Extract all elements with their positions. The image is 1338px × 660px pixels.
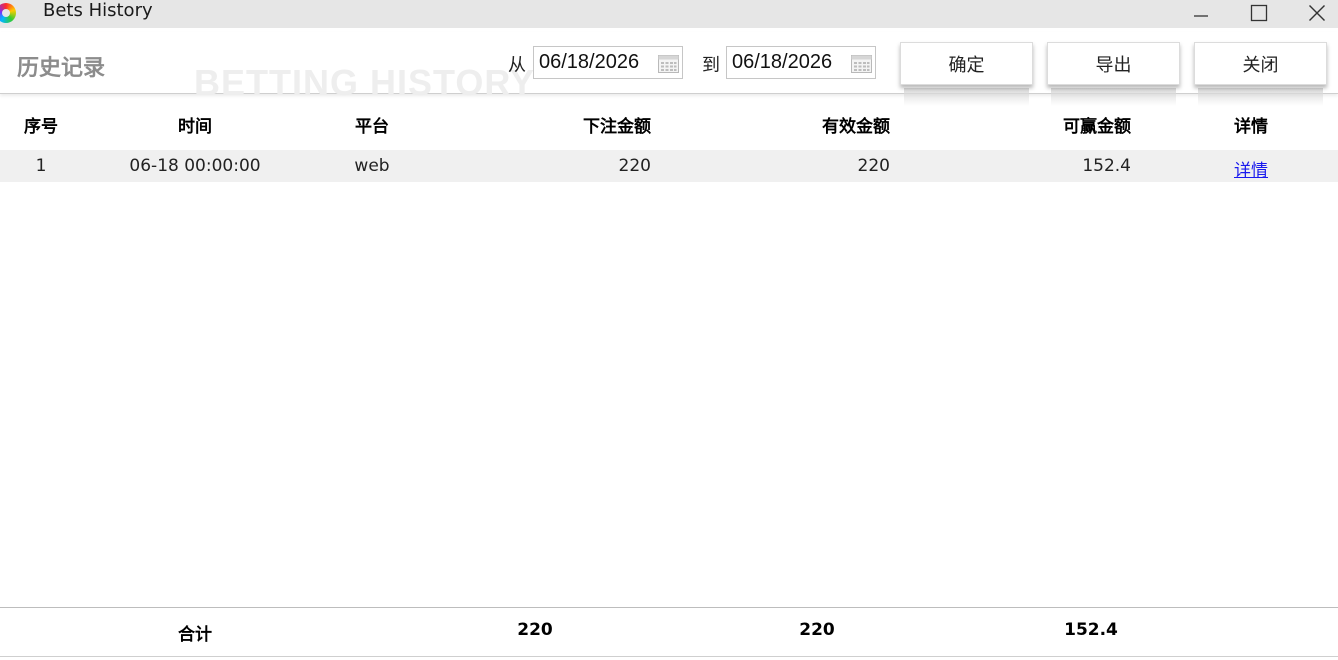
maximize-icon: [1250, 4, 1268, 22]
minimize-button[interactable]: [1172, 0, 1230, 26]
totals-label: 合计: [178, 625, 212, 645]
row-bet-amount: 220: [618, 156, 651, 176]
row-valid-amount: 220: [857, 156, 890, 176]
app-logo-icon: [0, 3, 16, 23]
from-date-field[interactable]: 06/18/2026: [533, 46, 683, 79]
totals-bet-amount: 220: [517, 620, 553, 640]
to-date-value: 06/18/2026: [732, 51, 833, 73]
page-title: 历史记录: [17, 56, 106, 81]
column-header-bet-amount: 下注金额: [583, 117, 651, 137]
window-title: Bets History: [43, 0, 153, 21]
totals-valid-amount: 220: [799, 620, 835, 640]
minimize-icon: [1194, 15, 1208, 17]
from-label: 从: [508, 55, 526, 76]
window-titlebar: Bets History: [0, 0, 1338, 28]
row-index: 1: [35, 156, 47, 176]
detail-link[interactable]: 详情: [1234, 161, 1268, 181]
maximize-button[interactable]: [1230, 0, 1288, 26]
row-win-amount: 152.4: [1082, 156, 1131, 176]
to-date-field[interactable]: 06/18/2026: [726, 46, 876, 79]
close-icon: [1309, 5, 1325, 21]
totals-win-amount: 152.4: [1064, 620, 1118, 640]
column-header-time: 时间: [178, 117, 212, 137]
to-label: 到: [702, 55, 720, 76]
header-watermark: BETTING HISTORY: [194, 62, 536, 103]
history-header: BETTING HISTORY 历史记录 从 06/18/2026 到 06/1…: [0, 32, 1338, 106]
row-time: 06-18 00:00:00: [129, 156, 261, 176]
column-header-win-amount: 可赢金额: [1063, 117, 1131, 137]
close-button[interactable]: 关闭: [1194, 42, 1327, 85]
export-button[interactable]: 导出: [1047, 42, 1180, 85]
column-header-valid-amount: 有效金额: [822, 117, 890, 137]
totals-footer: 合计 220 220 152.4: [0, 607, 1338, 657]
from-date-value: 06/18/2026: [539, 51, 640, 73]
table-row: 1 06-18 00:00:00 web 220 220 152.4 详情: [0, 150, 1338, 182]
calendar-icon[interactable]: [851, 55, 872, 73]
row-detail-cell: 详情: [1201, 156, 1301, 181]
table-header: 序号 时间 平台 下注金额 有效金额 可赢金额 详情: [0, 100, 1338, 146]
column-header-detail: 详情: [1234, 117, 1268, 137]
close-window-button[interactable]: [1288, 0, 1338, 26]
column-header-index: 序号: [24, 117, 58, 137]
column-header-platform: 平台: [355, 117, 389, 137]
calendar-icon[interactable]: [658, 55, 679, 73]
row-platform: web: [354, 156, 390, 176]
confirm-button[interactable]: 确定: [900, 42, 1033, 85]
